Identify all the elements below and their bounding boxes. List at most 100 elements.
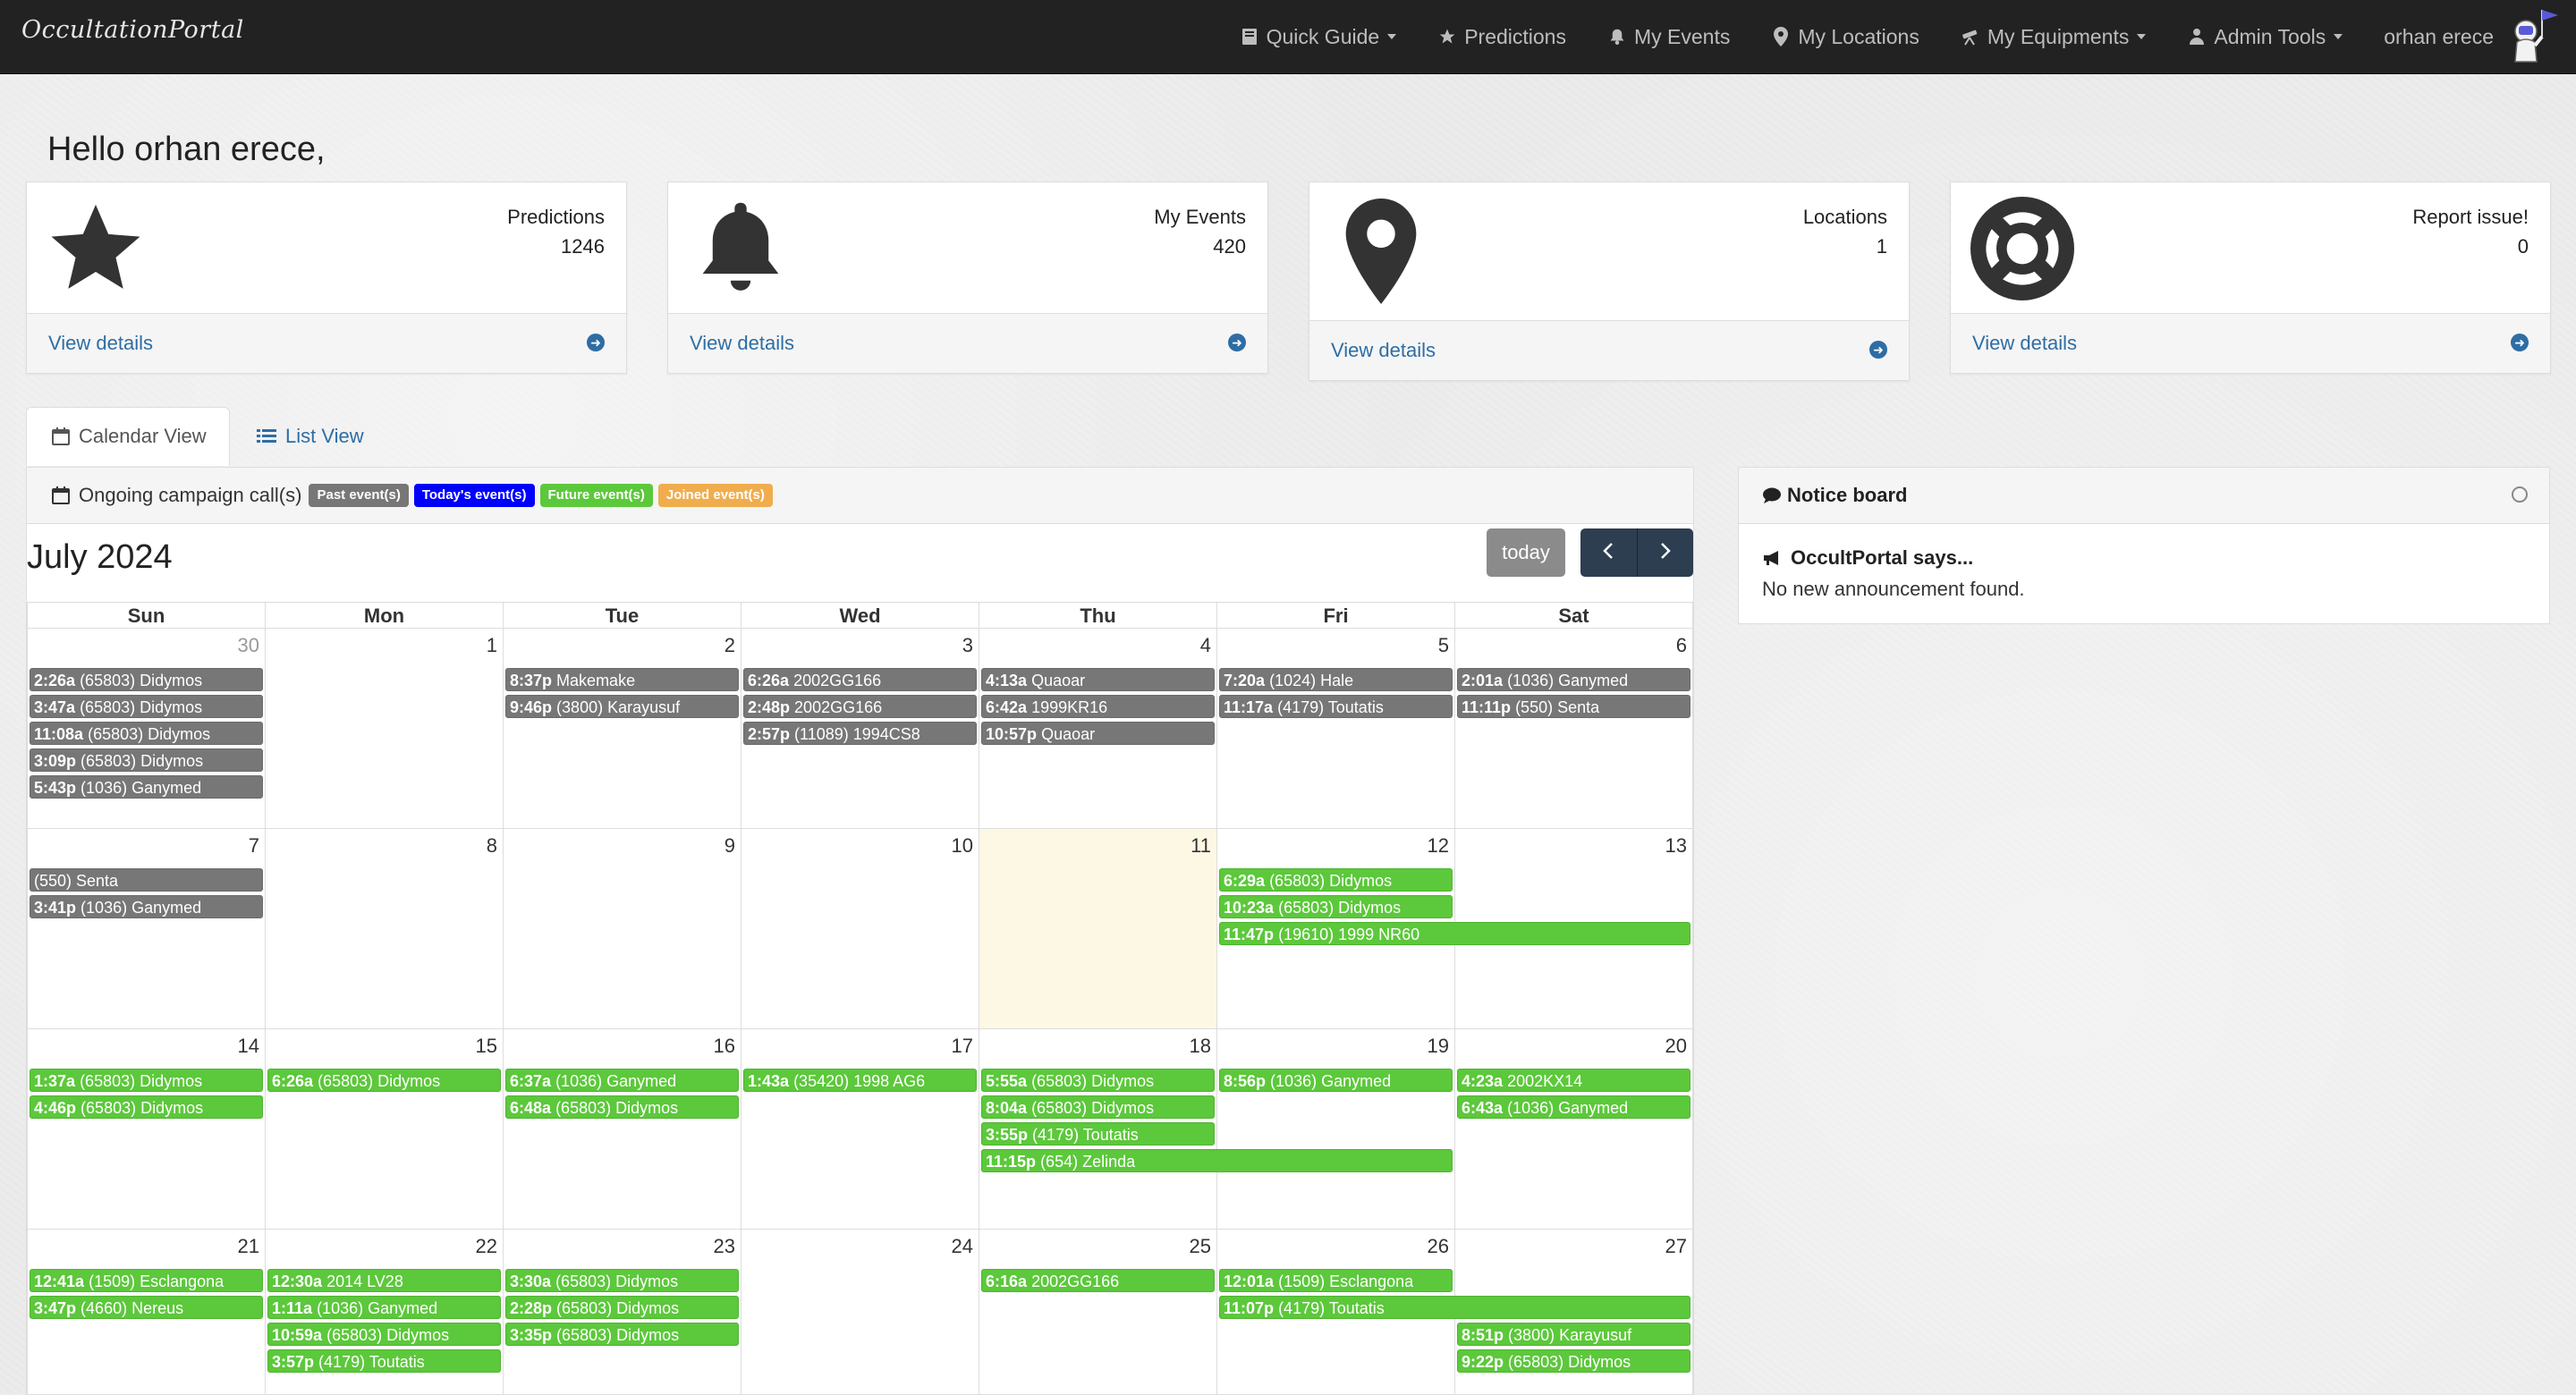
calendar-event[interactable]: 2:26a (65803) Didymos <box>30 668 263 691</box>
day-cell[interactable]: 10 <box>741 829 979 1029</box>
day-number[interactable]: 23 <box>714 1235 735 1258</box>
day-number[interactable]: 2 <box>724 634 735 657</box>
calendar-event[interactable]: 2:48p 2002GG166 <box>743 695 977 718</box>
view-details-link[interactable]: View details <box>48 332 153 355</box>
calendar-event[interactable]: 8:37p Makemake <box>505 668 739 691</box>
calendar-event[interactable]: 9:22p (65803) Didymos <box>1457 1349 1690 1373</box>
day-number[interactable]: 25 <box>1190 1235 1211 1258</box>
calendar-event[interactable]: 5:55a (65803) Didymos <box>981 1069 1215 1092</box>
calendar-event[interactable]: 10:23a (65803) Didymos <box>1219 895 1453 918</box>
calendar-event[interactable]: 3:47p (4660) Nereus <box>30 1296 263 1319</box>
calendar-event[interactable]: 4:13a Quaoar <box>981 668 1215 691</box>
day-cell[interactable]: 1 <box>265 629 503 829</box>
day-cell[interactable]: 11 <box>979 829 1216 1029</box>
calendar-event[interactable]: 11:15p (654) Zelinda <box>981 1149 1453 1172</box>
day-number[interactable]: 9 <box>724 834 735 858</box>
calendar-event[interactable]: 2:01a (1036) Ganymed <box>1457 668 1690 691</box>
arrow-right-icon[interactable]: ➜ <box>1228 334 1246 351</box>
day-number[interactable]: 14 <box>238 1035 259 1058</box>
tab-calendar-view[interactable]: Calendar View <box>26 407 230 466</box>
calendar-event[interactable]: 11:07p (4179) Toutatis <box>1219 1296 1690 1319</box>
day-cell[interactable]: 19 <box>1216 1029 1454 1230</box>
day-cell[interactable]: 24 <box>741 1230 979 1394</box>
day-number[interactable]: 12 <box>1428 834 1449 858</box>
calendar-event[interactable]: 6:37a (1036) Ganymed <box>505 1069 739 1092</box>
arrow-right-icon[interactable]: ➜ <box>1869 341 1887 359</box>
day-number[interactable]: 18 <box>1190 1035 1211 1058</box>
day-number[interactable]: 17 <box>952 1035 973 1058</box>
calendar-event[interactable]: 2:57p (11089) 1994CS8 <box>743 722 977 745</box>
nav-user-menu[interactable]: orhan erece <box>2384 4 2576 69</box>
day-cell[interactable]: 25 <box>979 1230 1216 1394</box>
calendar-event[interactable]: 6:26a (65803) Didymos <box>267 1069 501 1092</box>
calendar-event[interactable]: 11:17a (4179) Toutatis <box>1219 695 1453 718</box>
day-number[interactable]: 27 <box>1665 1235 1687 1258</box>
day-number[interactable]: 6 <box>1676 634 1687 657</box>
tab-list-view[interactable]: List View <box>257 407 364 466</box>
calendar-event[interactable]: 8:51p (3800) Karayusuf <box>1457 1323 1690 1346</box>
calendar-event[interactable]: 6:43a (1036) Ganymed <box>1457 1095 1690 1119</box>
day-number[interactable]: 4 <box>1200 634 1211 657</box>
nav-my-events[interactable]: My Events <box>1607 25 1730 49</box>
day-number[interactable]: 30 <box>238 634 259 657</box>
calendar-event[interactable]: 12:41a (1509) Esclangona <box>30 1269 263 1292</box>
calendar-event[interactable]: 2:28p (65803) Didymos <box>505 1296 739 1319</box>
calendar-event[interactable]: 4:46p (65803) Didymos <box>30 1095 263 1119</box>
calendar-event[interactable]: (550) Senta <box>30 868 263 892</box>
calendar-event[interactable]: 3:35p (65803) Didymos <box>505 1323 739 1346</box>
day-number[interactable]: 15 <box>476 1035 497 1058</box>
day-number[interactable]: 22 <box>476 1235 497 1258</box>
calendar-event[interactable]: 6:26a 2002GG166 <box>743 668 977 691</box>
calendar-event[interactable]: 9:46p (3800) Karayusuf <box>505 695 739 718</box>
day-cell[interactable]: 2 <box>503 629 741 829</box>
calendar-event[interactable]: 1:11a (1036) Ganymed <box>267 1296 501 1319</box>
arrow-right-icon[interactable]: ➜ <box>2511 334 2529 351</box>
view-details-link[interactable]: View details <box>1972 332 2077 355</box>
calendar-event[interactable]: 6:48a (65803) Didymos <box>505 1095 739 1119</box>
calendar-event[interactable]: 11:47p (19610) 1999 NR60 <box>1219 922 1690 945</box>
calendar-event[interactable]: 3:41p (1036) Ganymed <box>30 895 263 918</box>
day-number[interactable]: 20 <box>1665 1035 1687 1058</box>
day-number[interactable]: 10 <box>952 834 973 858</box>
calendar-event[interactable]: 6:16a 2002GG166 <box>981 1269 1215 1292</box>
day-cell[interactable]: 5 <box>1216 629 1454 829</box>
calendar-event[interactable]: 8:04a (65803) Didymos <box>981 1095 1215 1119</box>
day-number[interactable]: 19 <box>1428 1035 1449 1058</box>
arrow-right-icon[interactable]: ➜ <box>587 334 605 351</box>
day-number[interactable]: 8 <box>487 834 497 858</box>
day-cell[interactable]: 9 <box>503 829 741 1029</box>
day-cell[interactable]: 6 <box>1454 629 1693 829</box>
day-number[interactable]: 16 <box>714 1035 735 1058</box>
day-cell[interactable]: 16 <box>503 1029 741 1230</box>
view-details-link[interactable]: View details <box>690 332 794 355</box>
nav-admin-tools[interactable]: Admin Tools <box>2187 25 2343 49</box>
today-button[interactable]: today <box>1487 528 1565 577</box>
day-number[interactable]: 5 <box>1438 634 1449 657</box>
calendar-event[interactable]: 3:47a (65803) Didymos <box>30 695 263 718</box>
day-number[interactable]: 21 <box>238 1235 259 1258</box>
prev-month-button[interactable] <box>1580 528 1637 577</box>
nav-predictions[interactable]: Predictions <box>1437 25 1566 49</box>
calendar-event[interactable]: 3:55p (4179) Toutatis <box>981 1122 1215 1146</box>
nav-my-locations[interactable]: My Locations <box>1771 25 1919 49</box>
day-cell[interactable]: 14 <box>27 1029 265 1230</box>
info-circle-icon[interactable] <box>2512 486 2528 503</box>
day-cell[interactable]: 8 <box>265 829 503 1029</box>
day-cell[interactable]: 17 <box>741 1029 979 1230</box>
calendar-event[interactable]: 4:23a 2002KX14 <box>1457 1069 1690 1092</box>
day-number[interactable]: 13 <box>1665 834 1687 858</box>
calendar-event[interactable]: 5:43p (1036) Ganymed <box>30 775 263 799</box>
day-number[interactable]: 11 <box>1191 834 1211 858</box>
day-number[interactable]: 3 <box>962 634 973 657</box>
nav-quick-guide[interactable]: Quick Guide <box>1240 25 1397 49</box>
calendar-event[interactable]: 12:01a (1509) Esclangona <box>1219 1269 1453 1292</box>
calendar-event[interactable]: 11:11p (550) Senta <box>1457 695 1690 718</box>
day-cell[interactable]: 7 <box>27 829 265 1029</box>
calendar-event[interactable]: 3:57p (4179) Toutatis <box>267 1349 501 1373</box>
day-number[interactable]: 26 <box>1428 1235 1449 1258</box>
day-number[interactable]: 24 <box>952 1235 973 1258</box>
calendar-event[interactable]: 3:30a (65803) Didymos <box>505 1269 739 1292</box>
day-cell[interactable]: 15 <box>265 1029 503 1230</box>
calendar-event[interactable]: 6:42a 1999KR16 <box>981 695 1215 718</box>
brand-logo[interactable]: OccultationPortal <box>21 16 244 44</box>
